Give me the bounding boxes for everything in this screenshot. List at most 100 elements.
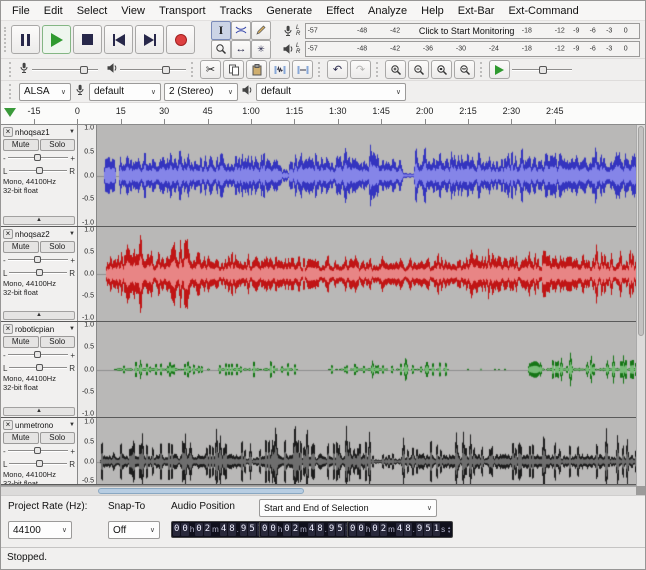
zoom-tool-button[interactable]: [211, 39, 231, 59]
envelope-tool-button[interactable]: [231, 20, 251, 40]
toolbar-grip[interactable]: [480, 62, 484, 77]
track-name[interactable]: unmetrono: [15, 421, 67, 430]
collapse-track-button[interactable]: ▲: [3, 311, 75, 320]
trim-audio-button[interactable]: [269, 60, 290, 79]
menu-item-select[interactable]: Select: [70, 3, 115, 19]
time-digit[interactable]: h: [278, 523, 282, 536]
time-digit[interactable]: 8: [228, 523, 236, 536]
time-digit[interactable]: 2: [291, 523, 300, 536]
project-rate-select[interactable]: 44100 ∨: [8, 521, 72, 539]
time-digit[interactable]: 8: [404, 523, 412, 536]
menu-item-effect[interactable]: Effect: [319, 3, 361, 19]
track-name[interactable]: roboticpian: [15, 325, 67, 334]
audio-host-select[interactable]: ALSA ∨: [19, 82, 71, 101]
menu-item-ext-bar[interactable]: Ext-Bar: [451, 3, 502, 19]
gain-slider[interactable]: [7, 447, 69, 454]
selection-tool-button[interactable]: I: [211, 20, 231, 40]
time-digit[interactable]: h: [190, 523, 194, 536]
zoom-fit-button[interactable]: [454, 60, 475, 79]
track-menu-icon[interactable]: ▼: [69, 231, 75, 237]
snap-to-select[interactable]: Off ∨: [108, 521, 160, 539]
silence-audio-button[interactable]: [292, 60, 313, 79]
collapse-track-button[interactable]: ▲: [3, 216, 75, 225]
time-digit[interactable]: 9: [327, 523, 336, 536]
play-at-speed-button[interactable]: [489, 60, 510, 79]
copy-button[interactable]: [223, 60, 244, 79]
solo-button[interactable]: Solo: [39, 139, 75, 151]
track-menu-icon[interactable]: ▼: [69, 326, 75, 332]
zoom-to-selection-button[interactable]: [431, 60, 452, 79]
vertical-scale-ruler[interactable]: 1.0 0.5 0.0 -0.5 -1.0: [78, 227, 97, 321]
time-spinner[interactable]: ▲▼: [447, 523, 451, 536]
mute-button[interactable]: Mute: [3, 432, 39, 444]
gain-slider-thumb[interactable]: [34, 256, 42, 263]
pan-slider-thumb[interactable]: [36, 167, 44, 174]
toolbar-grip[interactable]: [9, 84, 13, 99]
time-digit[interactable]: 0: [195, 523, 203, 536]
time-digit[interactable]: 5: [248, 523, 256, 536]
time-digit[interactable]: 0: [269, 523, 277, 536]
waveform-canvas[interactable]: [97, 418, 645, 484]
close-track-button[interactable]: ×: [3, 127, 13, 137]
time-digit[interactable]: 5: [424, 523, 432, 536]
mute-button[interactable]: Mute: [3, 241, 39, 253]
draw-tool-button[interactable]: [251, 20, 271, 40]
timeline-ruler[interactable]: -15 0 15 30 45 1:00 1:15 1:30 1:45 2:00 2:15 2:30 2:…: [1, 103, 645, 125]
time-digit[interactable]: 0: [283, 523, 291, 536]
pan-slider[interactable]: [9, 269, 68, 276]
vertical-scale-ruler[interactable]: 1.0 0.5 0.0 -0.5: [78, 418, 97, 484]
time-digit[interactable]: 9: [239, 523, 248, 536]
waveform-canvas[interactable]: [97, 227, 645, 321]
zoom-out-button[interactable]: [408, 60, 429, 79]
time-digit[interactable]: m: [300, 523, 307, 536]
gain-slider[interactable]: [7, 154, 69, 161]
waveform-canvas[interactable]: [97, 322, 645, 417]
vertical-scale-ruler[interactable]: 1.0 0.5 0.0 -0.5 -1.0: [78, 125, 97, 226]
monitoring-overlay-text[interactable]: Click to Start Monitoring: [415, 25, 518, 36]
menu-item-transport[interactable]: Transport: [152, 3, 213, 19]
waveform-area[interactable]: [97, 418, 645, 484]
pause-button[interactable]: [11, 25, 40, 54]
toolbar-grip[interactable]: [376, 62, 380, 77]
time-digit[interactable]: m: [388, 523, 395, 536]
waveform-area[interactable]: [97, 322, 645, 417]
pan-slider[interactable]: [9, 364, 68, 371]
playback-volume-thumb[interactable]: [162, 65, 171, 74]
vertical-scale-ruler[interactable]: 1.0 0.5 0.0 -0.5 -1.0: [78, 322, 97, 417]
time-digit[interactable]: 9: [415, 523, 424, 536]
time-digit[interactable]: 4: [395, 523, 404, 536]
redo-button[interactable]: ↷: [350, 60, 371, 79]
pan-slider-thumb[interactable]: [36, 364, 44, 371]
pan-slider[interactable]: [9, 167, 68, 174]
menu-item-help[interactable]: Help: [414, 3, 451, 19]
toolbar-grip[interactable]: [191, 62, 195, 77]
playback-meter-bar[interactable]: -57 -48 -42 -36 -30 -24 -18 -12 -9 -6 -3 0: [305, 40, 640, 57]
undo-button[interactable]: ↶: [327, 60, 348, 79]
track-menu-icon[interactable]: ▼: [69, 129, 75, 135]
waveform-area[interactable]: [97, 125, 645, 226]
horizontal-scrollbar[interactable]: [1, 486, 636, 495]
time-digit[interactable]: 1: [432, 523, 441, 536]
time-digit[interactable]: 2: [203, 523, 212, 536]
multi-tool-button[interactable]: ✳: [251, 39, 271, 59]
record-button[interactable]: [166, 25, 195, 54]
track-name[interactable]: nhoqsaz2: [15, 230, 67, 239]
time-digit[interactable]: .: [325, 523, 327, 536]
time-digit[interactable]: 0: [357, 523, 365, 536]
close-track-button[interactable]: ×: [3, 420, 13, 430]
zoom-in-button[interactable]: [385, 60, 406, 79]
toolbar-grip[interactable]: [9, 62, 13, 77]
mute-button[interactable]: Mute: [3, 139, 39, 151]
paste-button[interactable]: [246, 60, 267, 79]
menu-item-file[interactable]: File: [5, 3, 37, 19]
selection-end-display[interactable]: 0 0 h 0 2 m 4 8. 9 5 1 s ▲ ▼: [347, 521, 454, 538]
collapse-track-button[interactable]: ▲: [3, 407, 75, 416]
solo-button[interactable]: Solo: [39, 432, 75, 444]
vertical-scrollbar-thumb[interactable]: [638, 126, 644, 336]
gain-slider[interactable]: [7, 351, 69, 358]
time-digit[interactable]: 0: [261, 523, 269, 536]
cut-button[interactable]: ✂: [200, 60, 221, 79]
time-digit[interactable]: 0: [371, 523, 379, 536]
waveform-canvas[interactable]: [97, 125, 645, 226]
time-digit[interactable]: 0: [181, 523, 189, 536]
